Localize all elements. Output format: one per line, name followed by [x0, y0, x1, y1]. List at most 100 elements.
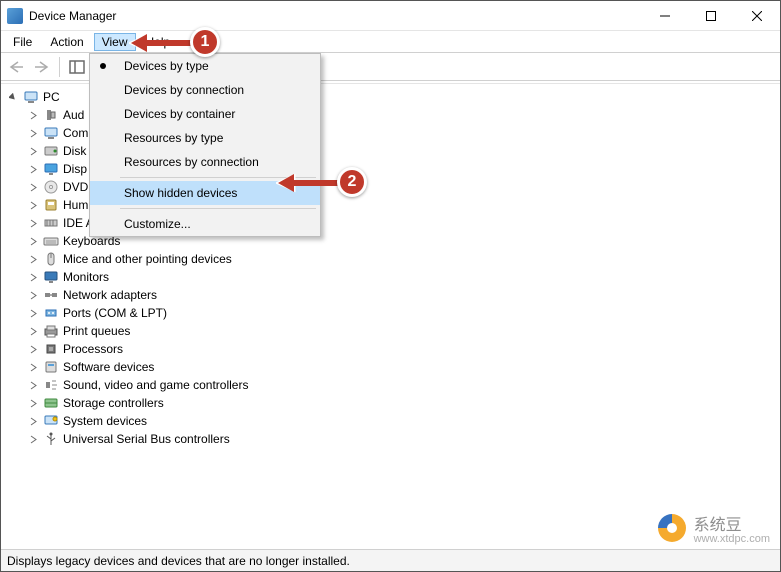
menu-item[interactable]: Resources by type [90, 126, 320, 150]
tree-category[interactable]: Monitors [27, 268, 780, 286]
tree-category-label: Processors [63, 342, 123, 356]
radio-indicator-icon [100, 63, 106, 69]
expand-icon[interactable] [27, 343, 39, 355]
tree-category-label: System devices [63, 414, 147, 428]
statusbar: Displays legacy devices and devices that… [1, 549, 780, 571]
monitor-icon [43, 269, 59, 285]
tree-category[interactable]: Software devices [27, 358, 780, 376]
disk-icon [43, 143, 59, 159]
tree-category[interactable]: Processors [27, 340, 780, 358]
sound-icon [43, 377, 59, 393]
expand-icon[interactable] [27, 289, 39, 301]
computer-icon [43, 125, 59, 141]
menu-file[interactable]: File [5, 33, 40, 51]
forward-button[interactable] [31, 56, 53, 78]
expand-icon[interactable] [27, 109, 39, 121]
titlebar: Device Manager [1, 1, 780, 31]
usb-icon [43, 431, 59, 447]
watermark-logo-icon [658, 514, 686, 542]
tree-category[interactable]: Print queues [27, 322, 780, 340]
menu-item-label: Resources by connection [124, 155, 259, 169]
app-icon [7, 8, 23, 24]
display-icon [43, 161, 59, 177]
tree-category-label: Aud [63, 108, 84, 122]
back-button[interactable] [5, 56, 27, 78]
menu-item-label: Show hidden devices [124, 186, 237, 200]
expand-icon[interactable] [27, 433, 39, 445]
expand-icon[interactable] [27, 361, 39, 373]
close-button[interactable] [734, 1, 780, 30]
tree-category-label: DVD [63, 180, 88, 194]
system-icon [43, 413, 59, 429]
tree-category-label: Sound, video and game controllers [63, 378, 248, 392]
window-title: Device Manager [29, 9, 116, 23]
software-icon [43, 359, 59, 375]
expand-icon[interactable] [27, 325, 39, 337]
tree-category[interactable]: Ports (COM & LPT) [27, 304, 780, 322]
tree-category-label: Disp [63, 162, 87, 176]
tree-category[interactable]: Mice and other pointing devices [27, 250, 780, 268]
speaker-icon [43, 107, 59, 123]
menu-item[interactable]: Resources by connection [90, 150, 320, 174]
menu-item-label: Resources by type [124, 131, 223, 145]
tree-category-label: Software devices [63, 360, 154, 374]
menu-item[interactable]: Devices by type [90, 54, 320, 78]
tree-category[interactable]: Sound, video and game controllers [27, 376, 780, 394]
show-hide-tree-button[interactable] [66, 56, 88, 78]
tree-category-label: Monitors [63, 270, 109, 284]
toolbar-divider [59, 57, 60, 77]
menu-action[interactable]: Action [42, 33, 91, 51]
tree-category[interactable]: Storage controllers [27, 394, 780, 412]
tree-category-label: Network adapters [63, 288, 157, 302]
expand-icon[interactable] [7, 91, 19, 103]
computer-icon [23, 89, 39, 105]
watermark: 系统豆 www.xtdpc.com [658, 511, 770, 545]
menu-item[interactable]: Customize... [90, 212, 320, 236]
menu-separator [120, 208, 316, 209]
expand-icon[interactable] [27, 145, 39, 157]
annotation-badge-1: 1 [190, 27, 220, 57]
expand-icon[interactable] [27, 199, 39, 211]
expand-icon[interactable] [27, 307, 39, 319]
tree-category-label: Print queues [63, 324, 130, 338]
tree-category-label: Storage controllers [63, 396, 164, 410]
watermark-name: 系统豆 [694, 517, 742, 534]
expand-icon[interactable] [27, 415, 39, 427]
expand-icon[interactable] [27, 127, 39, 139]
menu-item[interactable]: Devices by container [90, 102, 320, 126]
menu-item[interactable]: Devices by connection [90, 78, 320, 102]
window-controls [642, 1, 780, 30]
tree-category[interactable]: Network adapters [27, 286, 780, 304]
cpu-icon [43, 341, 59, 357]
maximize-button[interactable] [688, 1, 734, 30]
menubar: File Action View Help [1, 31, 780, 53]
expand-icon[interactable] [27, 397, 39, 409]
menu-item-label: Devices by type [124, 59, 209, 73]
menu-item-label: Customize... [124, 217, 191, 231]
printer-icon [43, 323, 59, 339]
expand-icon[interactable] [27, 379, 39, 391]
expand-icon[interactable] [27, 235, 39, 247]
watermark-url: www.xtdpc.com [694, 533, 770, 545]
network-icon [43, 287, 59, 303]
annotation-badge-2: 2 [337, 167, 367, 197]
tree-root-label: PC [43, 90, 60, 104]
tree-category[interactable]: System devices [27, 412, 780, 430]
minimize-button[interactable] [642, 1, 688, 30]
tree-category[interactable]: Universal Serial Bus controllers [27, 430, 780, 448]
expand-icon[interactable] [27, 163, 39, 175]
expand-icon[interactable] [27, 217, 39, 229]
tree-category-label: Hum [63, 198, 88, 212]
menu-item-label: Devices by container [124, 107, 235, 121]
expand-icon[interactable] [27, 253, 39, 265]
tree-category-label: Ports (COM & LPT) [63, 306, 167, 320]
menu-item-label: Devices by connection [124, 83, 244, 97]
expand-icon[interactable] [27, 271, 39, 283]
keyboard-icon [43, 233, 59, 249]
tree-category-label: Disk [63, 144, 86, 158]
view-menu-dropdown: Devices by type Devices by connection Devi… [89, 53, 321, 237]
storage-icon [43, 395, 59, 411]
statusbar-text: Displays legacy devices and devices that… [7, 554, 350, 568]
expand-icon[interactable] [27, 181, 39, 193]
tree-category-label: Universal Serial Bus controllers [63, 432, 230, 446]
